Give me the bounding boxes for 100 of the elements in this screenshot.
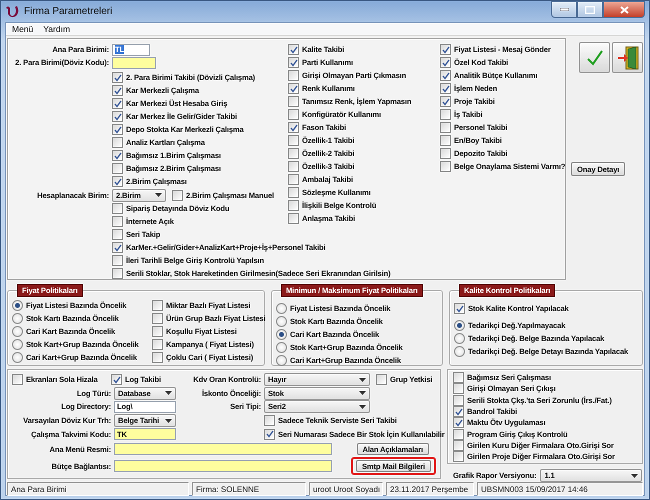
- caret-icon: [165, 418, 172, 423]
- checkbox[interactable]: [453, 372, 464, 384]
- checkbox[interactable]: [112, 255, 123, 266]
- door-icon: [616, 46, 638, 70]
- text-field[interactable]: [112, 56, 156, 68]
- checkbox[interactable]: [288, 187, 299, 198]
- status-field: 23.11.2017 Perşembe: [386, 482, 474, 496]
- checkbox[interactable]: [152, 326, 163, 337]
- checkbox[interactable]: [112, 268, 123, 279]
- close-icon: [620, 6, 628, 14]
- checkbox[interactable]: [453, 428, 464, 440]
- checkbox[interactable]: [112, 203, 123, 214]
- checkbox[interactable]: [440, 148, 451, 159]
- checkbox[interactable]: [288, 83, 299, 94]
- checkbox[interactable]: [12, 374, 23, 386]
- text-field[interactable]: [114, 460, 332, 472]
- checkbox[interactable]: [111, 374, 122, 386]
- checkbox[interactable]: [288, 148, 299, 159]
- radio-button[interactable]: [12, 339, 23, 350]
- radio-button[interactable]: [454, 333, 465, 344]
- checkbox[interactable]: [112, 150, 123, 161]
- checkbox[interactable]: [152, 313, 163, 324]
- radio-button[interactable]: [276, 303, 287, 314]
- caret-icon: [631, 474, 638, 478]
- radio-button[interactable]: [276, 316, 287, 327]
- exit-button[interactable]: [612, 42, 643, 73]
- checkbox[interactable]: [112, 163, 123, 174]
- checkbox[interactable]: [288, 174, 299, 185]
- checkbox[interactable]: [112, 111, 123, 122]
- checkbox[interactable]: [112, 98, 123, 109]
- checkbox[interactable]: [453, 394, 464, 406]
- checkbox[interactable]: [152, 300, 163, 311]
- checkbox[interactable]: [288, 44, 299, 55]
- checkbox[interactable]: [152, 352, 163, 363]
- checkbox[interactable]: [112, 124, 123, 135]
- checkbox[interactable]: [440, 83, 451, 94]
- checkbox[interactable]: [288, 135, 299, 146]
- checkbox[interactable]: [453, 440, 464, 451]
- status-field: UBSMN003 15/09/2017 14:46: [477, 482, 643, 496]
- minimize-button[interactable]: [551, 1, 577, 18]
- checkbox[interactable]: [112, 216, 123, 227]
- checkbox[interactable]: [288, 213, 299, 224]
- checkbox[interactable]: [453, 451, 464, 462]
- status-field: Firma: SOLENNE: [192, 482, 306, 496]
- caret-icon: [359, 391, 366, 396]
- checkbox[interactable]: [264, 428, 275, 440]
- caret-icon: [155, 193, 162, 197]
- checkbox[interactable]: [172, 190, 183, 200]
- checkbox[interactable]: [288, 96, 299, 107]
- minimize-icon: [560, 8, 568, 11]
- checkbox[interactable]: [440, 135, 451, 146]
- menu-item[interactable]: Menü: [12, 24, 34, 34]
- caret-icon: [359, 404, 366, 409]
- checkbox[interactable]: [440, 44, 451, 55]
- checkbox[interactable]: [288, 70, 299, 81]
- caret-icon: [165, 391, 172, 396]
- checkbox[interactable]: [440, 57, 451, 68]
- radio-button[interactable]: [276, 355, 287, 366]
- maximize-button[interactable]: [577, 1, 603, 18]
- app-logo-icon: [5, 5, 19, 18]
- ok-button[interactable]: [579, 42, 610, 73]
- checkbox[interactable]: [112, 229, 123, 240]
- radio-button[interactable]: [276, 342, 287, 353]
- checkbox[interactable]: [288, 161, 299, 172]
- status-field: Ana Para Birimi: [7, 482, 189, 496]
- radio-button[interactable]: [454, 320, 465, 331]
- radio-button[interactable]: [276, 329, 287, 340]
- checkbox[interactable]: [453, 406, 464, 418]
- radio-button[interactable]: [12, 300, 23, 311]
- radio-button[interactable]: [454, 346, 465, 357]
- checkbox[interactable]: [112, 242, 123, 253]
- checkbox[interactable]: [440, 96, 451, 107]
- window-title: Firma Parametreleri: [24, 6, 112, 17]
- checkbox[interactable]: [288, 109, 299, 120]
- checkbox[interactable]: [112, 85, 123, 96]
- menu-item[interactable]: Yardım: [43, 24, 70, 34]
- checkbox[interactable]: [440, 70, 451, 81]
- close-button[interactable]: [603, 1, 645, 18]
- checkbox[interactable]: [440, 122, 451, 133]
- checkbox[interactable]: [376, 374, 387, 386]
- checkbox[interactable]: [288, 200, 299, 211]
- checkbox[interactable]: [453, 383, 464, 394]
- maximize-icon: [585, 6, 595, 14]
- checkbox[interactable]: [454, 303, 465, 314]
- radio-button[interactable]: [12, 326, 23, 337]
- radio-button[interactable]: [12, 352, 23, 363]
- checkbox[interactable]: [440, 109, 451, 120]
- checkbox[interactable]: [453, 417, 464, 428]
- checkbox[interactable]: [152, 339, 163, 350]
- radio-button[interactable]: [12, 313, 23, 324]
- checkbox[interactable]: [264, 415, 275, 426]
- checkbox[interactable]: [112, 176, 123, 187]
- checkbox[interactable]: [112, 72, 123, 83]
- status-field: uroot Uroot Soyadı: [309, 482, 383, 496]
- checkbox[interactable]: [440, 161, 451, 172]
- text-field[interactable]: [114, 443, 332, 456]
- checkbox[interactable]: [288, 57, 299, 68]
- checkbox[interactable]: [288, 122, 299, 133]
- checkbox[interactable]: [112, 137, 123, 148]
- checkmark-icon: [586, 48, 604, 66]
